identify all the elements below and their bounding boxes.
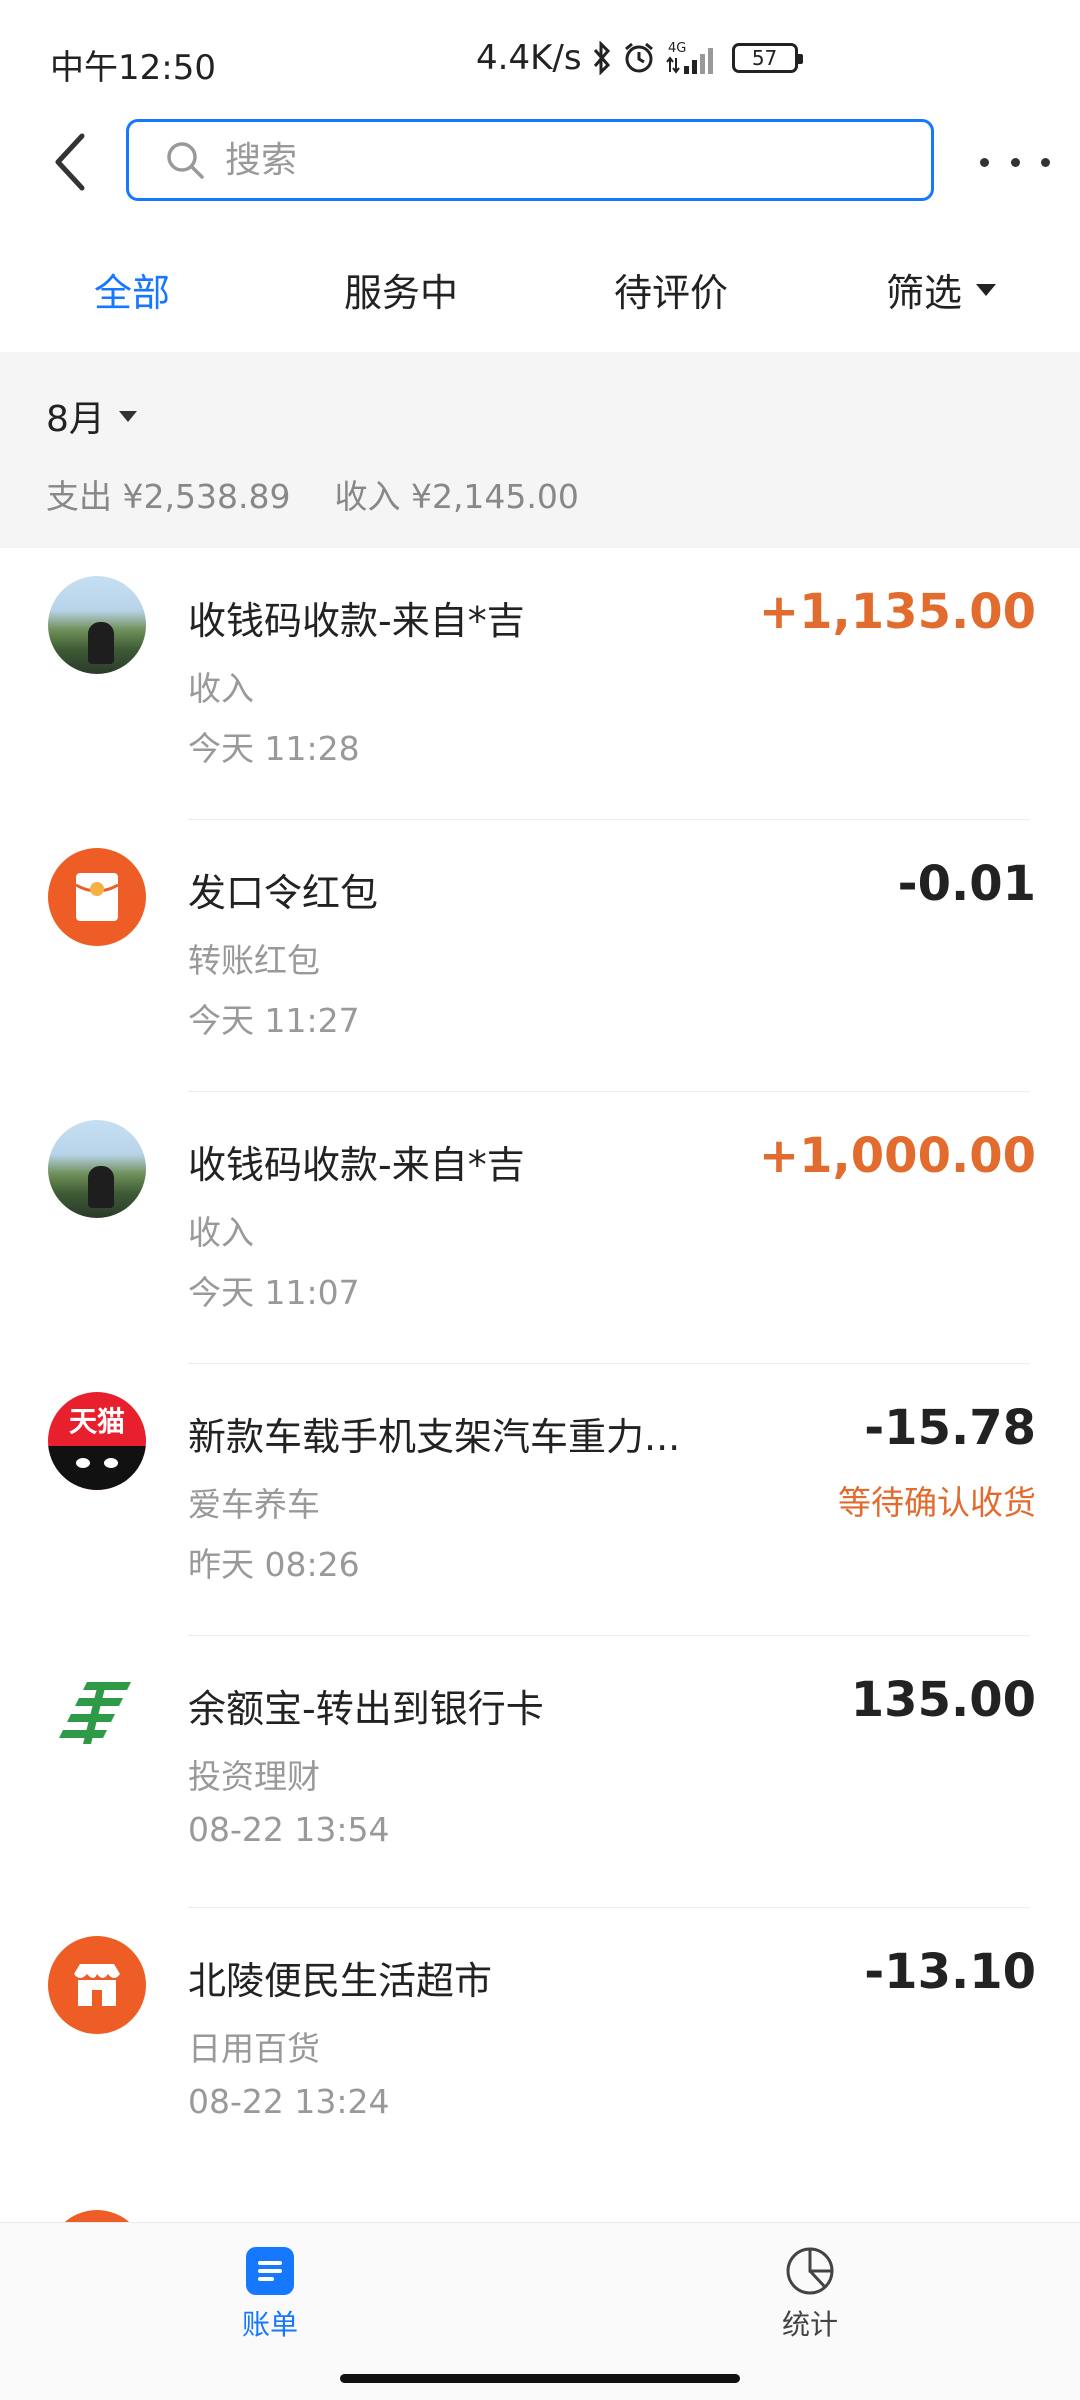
more-options-button[interactable] bbox=[980, 142, 1050, 182]
status-time: 中午12:50 bbox=[50, 48, 216, 88]
expense-value: ¥2,538.89 bbox=[122, 477, 291, 516]
status-bar: 中午12:50 4.4K/s 4G 57 bbox=[0, 0, 1080, 120]
user-avatar-photo bbox=[48, 576, 146, 674]
month-label: 8月 bbox=[46, 399, 105, 440]
tab-in-service[interactable]: 服务中 bbox=[344, 262, 458, 317]
transaction-category: 爱车养车 bbox=[188, 1485, 320, 1524]
alarm-icon bbox=[622, 41, 656, 75]
transaction-category: 转账红包 bbox=[188, 941, 320, 980]
tmall-icon-text: 天猫 bbox=[68, 1405, 125, 1438]
transaction-title: 发口令红包 bbox=[188, 871, 379, 915]
bluetooth-icon bbox=[592, 41, 612, 75]
transaction-category: 投资理财 bbox=[188, 1757, 320, 1796]
transaction-status: 等待确认收货 bbox=[838, 1483, 1036, 1522]
transaction-title: 余额宝-转出到银行卡 bbox=[188, 1687, 544, 1731]
tab-filter[interactable]: 筛选 bbox=[886, 262, 997, 317]
dropdown-arrow-icon bbox=[976, 283, 997, 296]
month-summary: 8月 支出 ¥2,538.89 收入 ¥2,145.00 bbox=[0, 352, 1080, 548]
transaction-amount: -0.01 bbox=[897, 856, 1036, 912]
transaction-row[interactable]: 收钱码收款-来自*吉 收入 今天 11:07 +1,000.00 bbox=[0, 1092, 1080, 1364]
search-box[interactable] bbox=[126, 119, 934, 201]
signal-icon: 4G bbox=[665, 40, 722, 76]
income-total: 收入 ¥2,145.00 bbox=[334, 470, 578, 518]
transaction-time: 08-22 13:24 bbox=[188, 2082, 390, 2121]
more-dot-icon bbox=[1041, 157, 1050, 167]
transaction-list: 收钱码收款-来自*吉 收入 今天 11:28 +1,135.00 发口令红包 转… bbox=[0, 548, 1080, 2180]
transaction-row[interactable]: 天猫 新款车载手机支架汽车重力... 爱车养车 昨天 08:26 -15.78 … bbox=[0, 1364, 1080, 1636]
tmall-icon: 天猫 bbox=[48, 1392, 146, 1490]
top-nav bbox=[0, 112, 1080, 212]
expense-label: 支出 bbox=[46, 477, 112, 516]
bill-icon bbox=[246, 2247, 294, 2295]
pie-chart-icon bbox=[786, 2247, 834, 2295]
postal-bank-icon bbox=[48, 1664, 146, 1762]
red-packet-icon bbox=[48, 848, 146, 946]
transaction-amount: +1,000.00 bbox=[758, 1128, 1036, 1184]
transaction-title: 收钱码收款-来自*吉 bbox=[188, 599, 525, 643]
transaction-category: 日用百货 bbox=[188, 2029, 320, 2068]
transaction-row[interactable]: 收钱码收款-来自*吉 收入 今天 11:28 +1,135.00 bbox=[0, 548, 1080, 820]
transaction-row[interactable]: 发口令红包 转账红包 今天 11:27 -0.01 bbox=[0, 820, 1080, 1092]
income-label: 收入 bbox=[334, 477, 401, 516]
more-dot-icon bbox=[1010, 157, 1020, 167]
transaction-category: 收入 bbox=[188, 669, 254, 708]
transaction-time: 08-22 13:54 bbox=[188, 1810, 390, 1849]
transaction-title: 新款车载手机支架汽车重力... bbox=[188, 1415, 681, 1459]
transaction-title: 收钱码收款-来自*吉 bbox=[188, 1143, 525, 1187]
filter-tabs: 全部 服务中 待评价 筛选 bbox=[0, 250, 1080, 340]
transaction-category: 收入 bbox=[188, 1213, 254, 1252]
expense-total: 支出 ¥2,538.89 bbox=[46, 470, 290, 518]
back-button[interactable] bbox=[40, 130, 100, 194]
transaction-title: 北陵便民生活超市 bbox=[188, 1959, 493, 2003]
transaction-time: 昨天 08:26 bbox=[188, 1545, 360, 1584]
transaction-amount: 135.00 bbox=[850, 1672, 1036, 1728]
tab-all[interactable]: 全部 bbox=[94, 262, 170, 317]
dropdown-arrow-icon bbox=[118, 410, 137, 422]
tab-filter-label: 筛选 bbox=[886, 271, 963, 315]
totals: 支出 ¥2,538.89 收入 ¥2,145.00 bbox=[46, 470, 579, 518]
net-speed: 4.4K/s bbox=[476, 38, 582, 78]
transaction-row[interactable]: 北陵便民生活超市 日用百货 08-22 13:24 -13.10 bbox=[0, 1908, 1080, 2180]
tab-to-review[interactable]: 待评价 bbox=[614, 262, 728, 317]
transaction-time: 今天 11:27 bbox=[188, 1001, 360, 1040]
search-icon bbox=[167, 142, 204, 179]
transaction-row[interactable]: 余额宝-转出到银行卡 投资理财 08-22 13:54 135.00 bbox=[0, 1636, 1080, 1908]
transaction-amount: -15.78 bbox=[864, 1400, 1036, 1456]
nav-bill-label: 账单 bbox=[241, 2308, 298, 2341]
status-indicators: 4.4K/s 4G 57 bbox=[476, 38, 803, 78]
nav-stats-label: 统计 bbox=[781, 2308, 838, 2341]
store-icon bbox=[48, 1936, 146, 2034]
nav-bill[interactable]: 账单 bbox=[200, 2245, 340, 2343]
search-input[interactable] bbox=[225, 139, 825, 181]
nav-stats[interactable]: 统计 bbox=[740, 2245, 880, 2343]
transaction-amount: +1,135.00 bbox=[758, 584, 1036, 640]
battery-icon: 57 bbox=[731, 43, 803, 73]
month-selector[interactable]: 8月 bbox=[46, 390, 137, 442]
transaction-time: 今天 11:07 bbox=[188, 1273, 360, 1312]
transaction-amount: -13.10 bbox=[864, 1944, 1036, 2000]
network-type: 4G bbox=[668, 41, 686, 56]
user-avatar-photo bbox=[48, 1120, 146, 1218]
home-indicator[interactable] bbox=[340, 2374, 740, 2383]
back-arrow-icon bbox=[55, 133, 85, 191]
more-dot-icon bbox=[980, 157, 989, 167]
transaction-time: 今天 11:28 bbox=[188, 729, 360, 768]
income-value: ¥2,145.00 bbox=[410, 477, 579, 516]
